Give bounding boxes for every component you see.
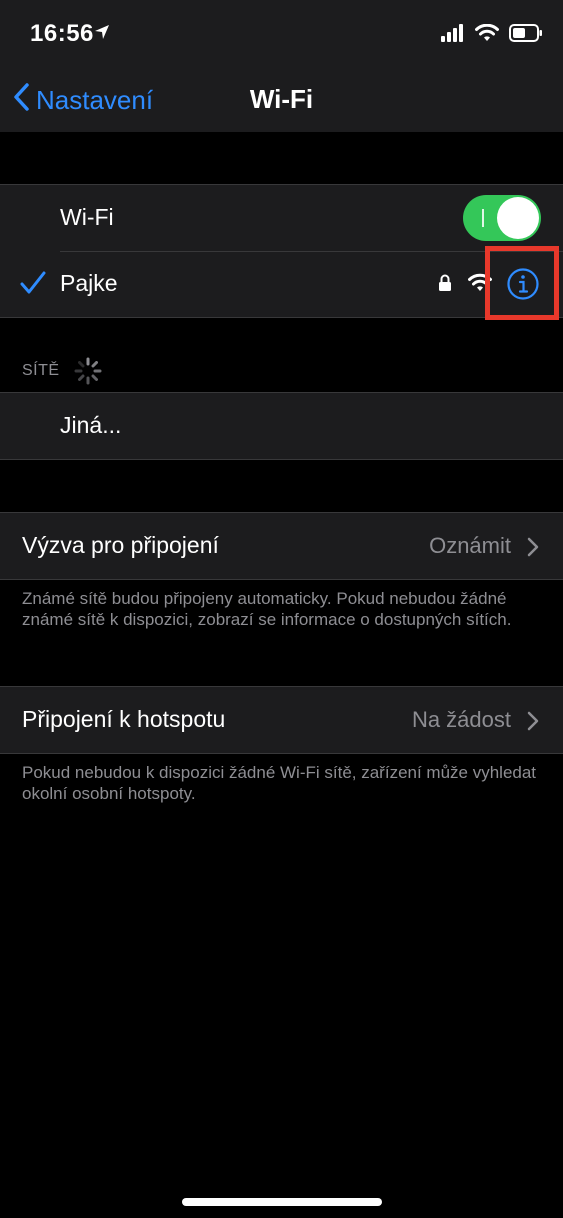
wifi-group: Wi-Fi Pajke — [0, 184, 563, 318]
ask-join-footer: Známé sítě budou připojeny automaticky. … — [22, 589, 512, 629]
battery-icon — [509, 24, 543, 47]
other-network-label: Jiná... — [60, 412, 122, 438]
info-icon[interactable] — [506, 267, 540, 306]
chevron-right-icon — [527, 711, 539, 736]
activity-spinner-icon — [72, 355, 104, 392]
ask-join-label: Výzva pro připojení — [22, 532, 219, 558]
cellular-signal-icon — [441, 24, 465, 47]
toggle-on-indicator — [482, 209, 484, 227]
wifi-toggle-row: Wi-Fi — [0, 185, 563, 251]
hotspot-label: Připojení k hotspotu — [22, 706, 226, 732]
ask-join-value: Oznámit — [429, 533, 511, 558]
ask-join-row[interactable]: Výzva pro připojení Oznámit — [0, 513, 563, 579]
ask-join-group: Výzva pro připojení Oznámit — [0, 512, 563, 580]
hotspot-group: Připojení k hotspotu Na žádost — [0, 686, 563, 754]
hotspot-footer: Pokud nebudou k dispozici žádné Wi-Fi sí… — [22, 763, 537, 803]
networks-group: Jiná... — [0, 392, 563, 460]
wifi-toggle[interactable] — [463, 195, 541, 241]
status-indicators — [441, 23, 543, 47]
location-arrow-icon — [94, 24, 110, 45]
wifi-settings-screen: 16:56 Nastavení Wi-Fi Wi-Fi Pajke SÍTĚ J… — [0, 0, 563, 1218]
networks-section-header: SÍTĚ — [22, 362, 60, 379]
hotspot-row[interactable]: Připojení k hotspotu Na žádost — [0, 687, 563, 753]
lock-icon — [438, 274, 452, 297]
status-bar: 16:56 — [0, 0, 563, 68]
home-indicator[interactable] — [182, 1198, 382, 1206]
chevron-right-icon — [527, 537, 539, 562]
status-time: 16:56 — [30, 20, 94, 47]
toggle-knob — [497, 197, 539, 239]
navigation-bar: Nastavení Wi-Fi — [0, 68, 563, 132]
page-title: Wi-Fi — [249, 84, 314, 114]
hotspot-value: Na žádost — [411, 707, 511, 732]
wifi-status-icon — [475, 23, 499, 47]
other-network-row[interactable]: Jiná... — [0, 393, 563, 459]
checkmark-icon — [20, 271, 46, 300]
wifi-toggle-label: Wi-Fi — [60, 204, 114, 230]
connected-network-name: Pajke — [60, 270, 118, 296]
